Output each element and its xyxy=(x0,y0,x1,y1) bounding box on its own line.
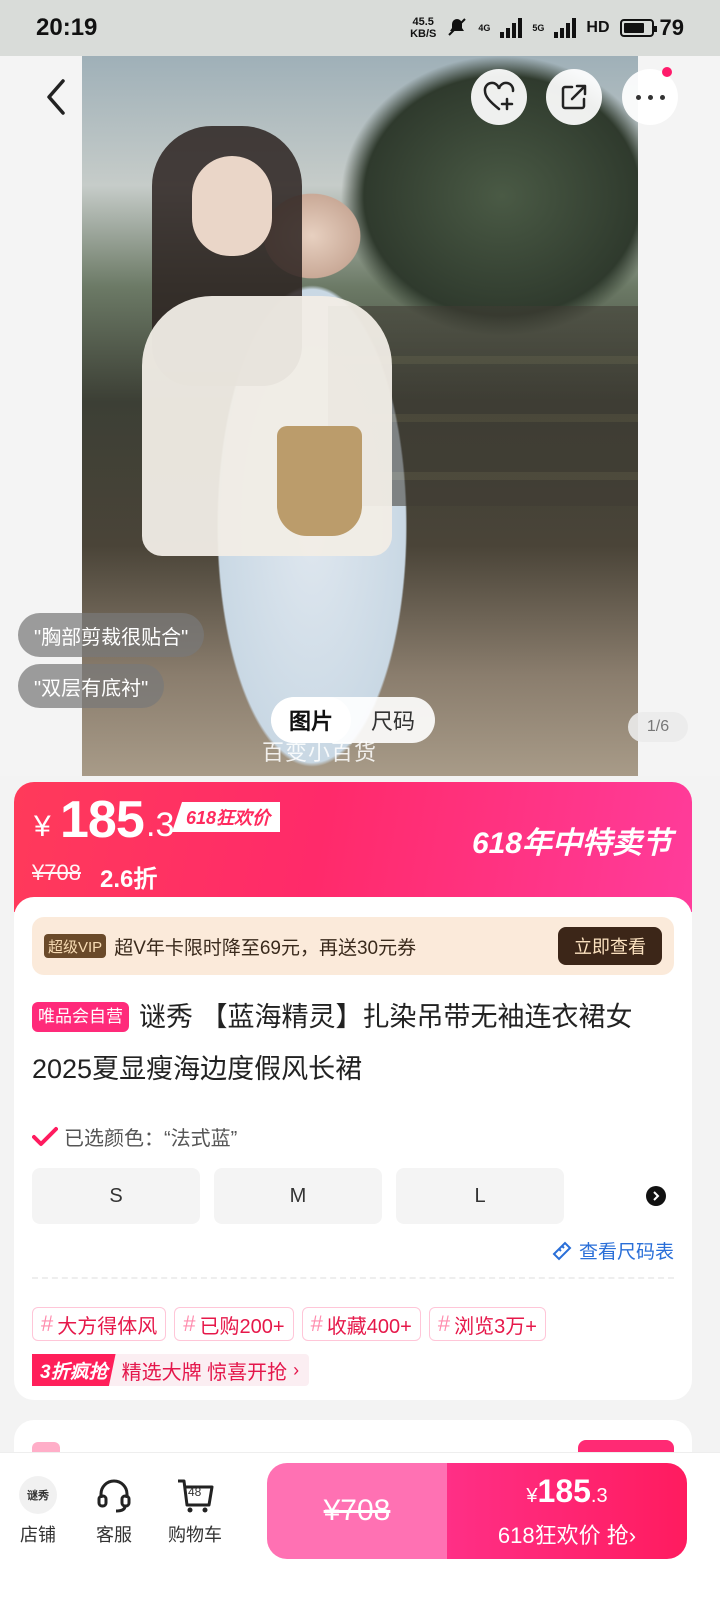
flash-sale-label: 3折疯抢 xyxy=(32,1354,116,1386)
chevron-right-icon: › xyxy=(293,1359,300,1380)
price-integer: 185 xyxy=(60,791,145,849)
review-tag[interactable]: "胸部剪裁很贴合" xyxy=(18,613,205,657)
flash-sale-text: 精选大牌 惊喜开抢 xyxy=(121,1361,288,1384)
cart-label: 购物车 xyxy=(168,1525,222,1545)
size-chart-link[interactable]: 查看尺码表 xyxy=(551,1237,674,1264)
mute-icon xyxy=(446,16,468,41)
size-option-m[interactable]: M xyxy=(214,1168,382,1224)
store-button[interactable]: 谜秀 店铺 xyxy=(3,1475,73,1547)
network-label-5g: 5G xyxy=(532,23,545,33)
network-speed: 45.5 KB/S xyxy=(410,16,436,40)
cta-label: 618狂欢价 抢› xyxy=(498,1518,636,1550)
review-tag[interactable]: "双层有底衬" xyxy=(18,664,165,708)
size-chart-text: 查看尺码表 xyxy=(578,1242,674,1263)
product-photo[interactable] xyxy=(82,56,638,776)
status-icons: 45.5 KB/S 4G 5G HD 79 xyxy=(410,15,684,41)
notification-dot xyxy=(662,67,672,77)
share-button[interactable] xyxy=(546,69,602,125)
tab-sizes[interactable]: 尺码 xyxy=(351,704,435,736)
ruler-icon xyxy=(552,1241,572,1260)
cart-icon: 48 xyxy=(175,1475,215,1515)
vip-view-button[interactable]: 立即查看 xyxy=(558,927,662,965)
headset-icon xyxy=(94,1475,134,1515)
more-dots-icon xyxy=(635,94,665,100)
product-title: 唯品会自营 谜秀 【蓝海精灵】扎染吊带无袖连衣裙女2025夏显瘦海边度假风长裙 xyxy=(32,991,672,1095)
network-speed-value: 45.5 xyxy=(412,16,434,28)
signal-icon-2 xyxy=(554,18,577,38)
status-time: 20:19 xyxy=(36,14,98,41)
vip-promo-bar[interactable]: 超级VIP 超V年卡限时降至69元，再送30元券 立即查看 xyxy=(32,917,674,975)
status-bar: 20:19 45.5 KB/S 4G 5G HD 79 xyxy=(0,0,720,56)
service-label: 客服 xyxy=(96,1525,132,1545)
flash-sale-promo[interactable]: 3折疯抢 精选大牌 惊喜开抢 › xyxy=(32,1354,310,1386)
size-option-s[interactable]: S xyxy=(32,1168,200,1224)
customer-service-button[interactable]: 客服 xyxy=(79,1475,149,1547)
chevron-right-icon: › xyxy=(628,1522,637,1548)
favorite-button[interactable] xyxy=(471,69,527,125)
product-tag-text: 收藏400+ xyxy=(326,1315,412,1338)
network-label-hd: HD xyxy=(586,19,610,36)
bottom-action-bar: 谜秀 店铺 客服 48 购物车 ¥708 ¥185.3 618狂欢价 抢› xyxy=(0,1452,720,1600)
event-price-label: 618狂欢价 xyxy=(172,802,281,832)
share-icon xyxy=(561,84,587,110)
hashtag-icon: # xyxy=(310,1311,323,1336)
discount-label: 2.6折 xyxy=(100,866,158,893)
vip-text: 超V年卡限时降至69元，再送30元券 xyxy=(114,937,417,959)
hashtag-icon: # xyxy=(41,1311,54,1336)
product-tags: # 大方得体风 # 已购200+ # 收藏400+ # 浏览3万+ xyxy=(32,1307,546,1341)
price-currency: ¥ xyxy=(34,810,51,843)
festival-label: 618年中特卖节 xyxy=(471,827,672,860)
hashtag-icon: # xyxy=(437,1311,451,1336)
vip-badge: 超级VIP xyxy=(44,934,107,958)
heart-plus-icon xyxy=(483,81,515,111)
review-tag-text: "双层有底衬" xyxy=(34,677,149,700)
cta-price-int: 185 xyxy=(537,1472,591,1509)
price-decimal: .3 xyxy=(146,806,175,844)
cta-original-price[interactable]: ¥708 xyxy=(267,1463,447,1559)
size-option-l[interactable]: L xyxy=(396,1168,564,1224)
watermark: 百变小百货 xyxy=(262,740,378,765)
buy-cta[interactable]: ¥708 ¥185.3 618狂欢价 抢› xyxy=(267,1463,687,1559)
product-tag[interactable]: # 大方得体风 xyxy=(32,1307,167,1341)
battery-level: 79 xyxy=(659,15,684,40)
cta-price-dec: .3 xyxy=(590,1484,608,1507)
more-button[interactable] xyxy=(622,67,678,125)
product-tag[interactable]: # 已购200+ xyxy=(174,1307,294,1341)
size-options: S M L xyxy=(32,1168,674,1224)
battery-indicator: 79 xyxy=(619,15,684,41)
price-banner: ¥ 185 .3 618狂欢价 ¥708 2.6折 618年中特卖节 xyxy=(14,782,692,912)
divider xyxy=(32,1277,674,1279)
back-button[interactable] xyxy=(28,69,84,125)
product-tag[interactable]: # 收藏400+ xyxy=(301,1307,421,1341)
chevron-left-icon xyxy=(47,79,65,115)
buy-now-button[interactable]: ¥185.3 618狂欢价 抢› xyxy=(447,1463,687,1559)
network-speed-unit: KB/S xyxy=(410,28,437,40)
product-tag[interactable]: # 浏览3万+ xyxy=(428,1307,546,1341)
selected-color-text: 已选颜色：“法式蓝” xyxy=(64,1128,238,1150)
cta-label-text: 618狂欢价 抢 xyxy=(497,1522,629,1548)
cta-price: ¥185.3 xyxy=(526,1473,607,1514)
signal-icon xyxy=(500,18,523,38)
product-tag-text: 已购200+ xyxy=(199,1315,285,1338)
battery-icon xyxy=(619,19,657,37)
chevron-right-icon xyxy=(653,1191,660,1201)
check-icon xyxy=(32,1126,58,1146)
product-tag-text: 大方得体风 xyxy=(57,1315,158,1338)
product-info-card: 超级VIP 超V年卡限时降至69元，再送30元券 立即查看 唯品会自营 谜秀 【蓝… xyxy=(14,897,692,1400)
review-tag-text: "胸部剪裁很贴合" xyxy=(34,626,189,649)
selected-color: 已选颜色：“法式蓝” xyxy=(32,1122,237,1151)
product-tag-text: 浏览3万+ xyxy=(454,1315,537,1338)
hashtag-icon: # xyxy=(183,1311,196,1336)
store-label: 店铺 xyxy=(20,1525,56,1545)
cta-currency: ¥ xyxy=(526,1484,538,1507)
size-more-button[interactable] xyxy=(646,1186,666,1206)
store-logo: 谜秀 xyxy=(19,1476,57,1514)
cart-count: 48 xyxy=(188,1485,202,1499)
original-price: ¥708 xyxy=(32,860,81,885)
network-label-4g: 4G xyxy=(478,23,491,33)
self-operated-badge: 唯品会自营 xyxy=(32,1002,129,1032)
cart-button[interactable]: 48 购物车 xyxy=(160,1475,230,1547)
image-counter: 1/6 xyxy=(628,712,688,742)
